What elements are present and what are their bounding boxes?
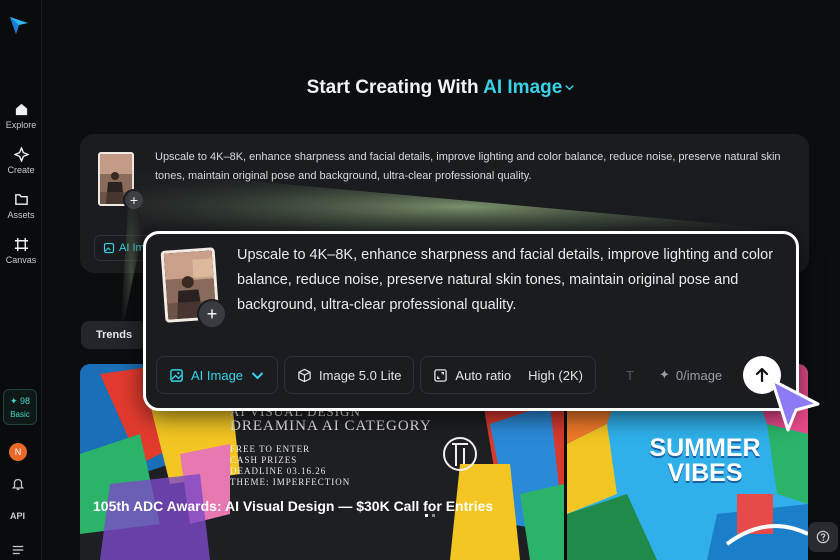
mode-dropdown[interactable]: AI Image (156, 356, 279, 394)
plan-label: Basic (10, 409, 30, 419)
sidebar-item-label: Assets (7, 210, 35, 220)
poster-line: DREAMINA AI CATEGORY (230, 418, 432, 434)
model-selector[interactable]: Image 5.0 Lite (284, 356, 415, 394)
mode-selector-label: AI Image (483, 77, 563, 98)
gallery-card-caption: 105th ADC Awards: AI Visual Design — $30… (93, 498, 494, 514)
sidebar-item-assets[interactable]: Assets (0, 192, 42, 220)
help-button[interactable] (808, 522, 838, 552)
canvas-icon (14, 237, 28, 252)
folder-icon (14, 194, 28, 205)
menu-icon[interactable] (11, 543, 25, 557)
sidebar-item-canvas[interactable]: Canvas (0, 237, 42, 265)
chevron-down-icon (251, 371, 264, 379)
avatar[interactable]: N (9, 443, 27, 461)
aspect-ratio-icon (434, 368, 448, 382)
image-icon (170, 368, 183, 382)
add-image-button[interactable]: + (197, 299, 227, 329)
cube-icon (298, 368, 311, 382)
home-icon (15, 103, 27, 116)
quality-label: High (2K) (528, 367, 583, 383)
poster-line: THEME: IMPERFECTION (230, 477, 351, 487)
text-tool-icon[interactable]: T (626, 356, 646, 394)
ratio-quality-selector[interactable]: Auto ratio High (2K) (420, 356, 596, 394)
mode-dropdown-label: AI Image (191, 367, 244, 383)
mode-dropdown-label: AI Im (119, 242, 145, 254)
sidebar-item-label: Canvas (5, 255, 37, 265)
sparkle-icon (13, 147, 29, 162)
credits-badge[interactable]: ✦ 98 Basic (3, 389, 37, 425)
mode-selector[interactable]: AI Image (483, 77, 575, 98)
prompt-text[interactable]: Upscale to 4K–8K, enhance sharpness and … (155, 148, 795, 186)
add-image-button[interactable]: + (123, 189, 145, 211)
prompt-card-zoomed: + Upscale to 4K–8K, enhance sharpness an… (143, 231, 799, 411)
sidebar-item-explore[interactable]: Explore (0, 102, 42, 130)
sidebar-item-create[interactable]: Create (0, 147, 42, 175)
sparkle-icon: ✦ (659, 367, 670, 382)
mouse-cursor-icon (770, 378, 820, 432)
page-title: Start Creating With AI Image (0, 77, 840, 99)
tab-trends[interactable]: Trends (81, 321, 148, 349)
credit-cost: ✦ 0/image (659, 356, 722, 394)
prompt-toolbar: AI Image Image 5.0 Lite Auto ratio High … (156, 356, 596, 394)
image-icon (103, 242, 115, 254)
prompt-text[interactable]: Upscale to 4K–8K, enhance sharpness and … (237, 243, 777, 318)
ratio-label: Auto ratio (455, 367, 512, 383)
api-link[interactable]: API (10, 511, 25, 521)
sidebar-item-label: Explore (5, 120, 37, 130)
chevron-down-icon (565, 85, 575, 91)
poster-line: DEADLINE 03.16.26 (230, 466, 327, 476)
poster-title: SUMMER VIBES (649, 434, 761, 487)
credits-count: ✦ 98 (9, 395, 31, 406)
help-icon (816, 530, 830, 544)
app-logo-icon[interactable] (8, 14, 30, 36)
poster-line: FREE TO ENTER (230, 444, 311, 454)
poster-line: CASH PRIZES (230, 455, 298, 465)
credit-cost-label: 0/image (675, 367, 723, 383)
title-prefix: Start Creating With (306, 77, 479, 98)
bell-icon[interactable] (11, 477, 25, 491)
sidebar-item-label: Create (7, 165, 35, 175)
model-selector-label: Image 5.0 Lite (319, 367, 402, 383)
